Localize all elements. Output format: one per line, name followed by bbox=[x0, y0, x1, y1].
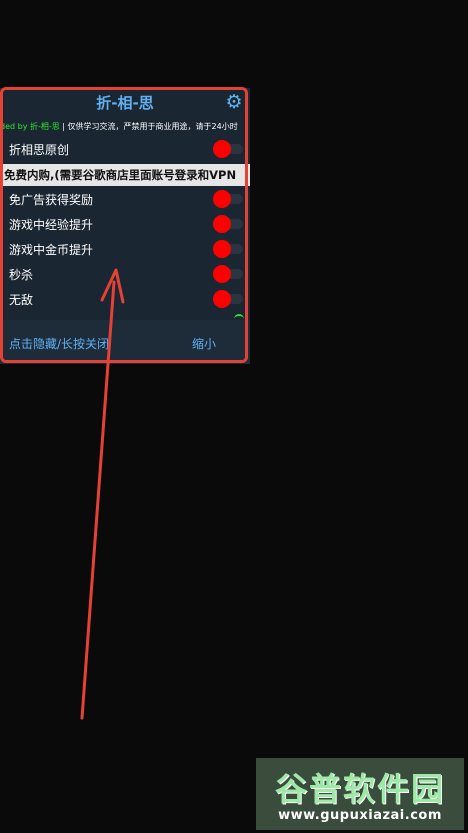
annotation-arrow bbox=[80, 268, 125, 720]
watermark-title: 谷普软件园 bbox=[274, 770, 445, 808]
site-watermark: 谷普软件园 www.gupuxiazai.com bbox=[256, 758, 464, 830]
watermark-url: www.gupuxiazai.com bbox=[278, 808, 442, 823]
